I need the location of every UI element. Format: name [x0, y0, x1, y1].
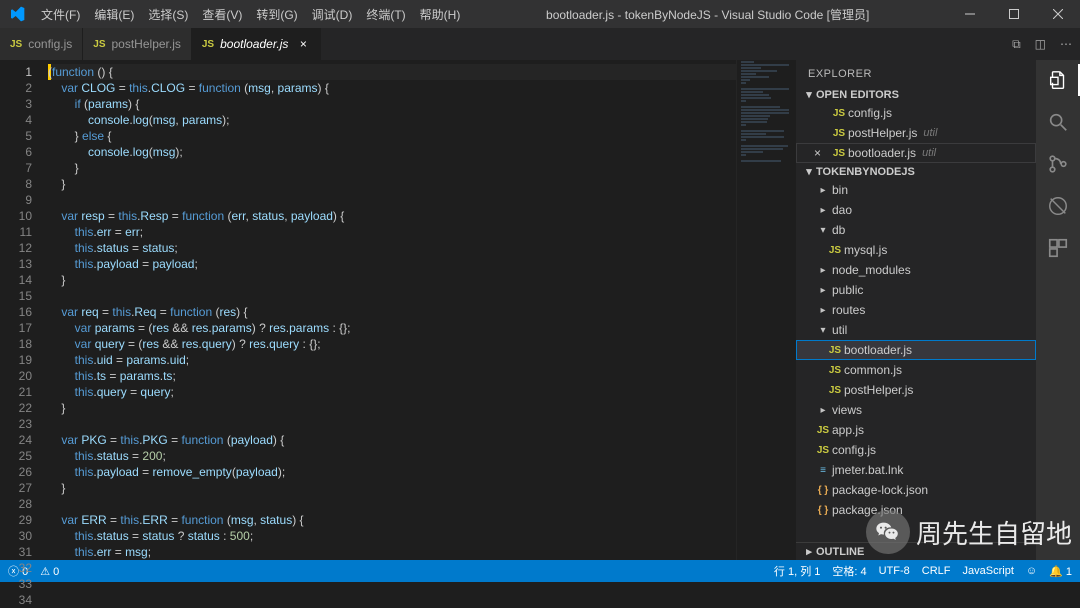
tree-item[interactable]: ▸bin [796, 180, 1036, 200]
debug-icon[interactable] [1046, 194, 1070, 218]
status-bell[interactable]: 🔔 1 [1049, 565, 1072, 578]
chevron-icon: ▸ [814, 305, 832, 316]
open-editors-header[interactable]: ▾OPEN EDITORS [796, 86, 1036, 103]
tree-item[interactable]: JSapp.js [796, 420, 1036, 440]
js-icon: JS [830, 108, 848, 119]
status-bar: ⓧ 0 ⚠ 0 行 1, 列 1 空格: 4 UTF-8 CRLF JavaSc… [0, 560, 1080, 582]
status-language[interactable]: JavaScript [963, 565, 1014, 577]
open-editor-item[interactable]: JSpostHelper.jsutil [796, 123, 1036, 143]
maximize-button[interactable] [992, 0, 1036, 28]
source-control-icon[interactable] [1046, 152, 1070, 176]
tree-item[interactable]: JSmysql.js [796, 240, 1036, 260]
menu-item[interactable]: 编辑(E) [87, 8, 141, 22]
tree-item[interactable]: JScommon.js [796, 360, 1036, 380]
explorer-title: EXPLORER [796, 60, 1036, 86]
minimize-button[interactable] [948, 0, 992, 28]
minimap[interactable] [736, 60, 796, 560]
tree-item[interactable]: ▸views [796, 400, 1036, 420]
menu-item[interactable]: 转到(G) [249, 8, 304, 22]
editor-tab[interactable]: JS bootloader.js × [192, 28, 322, 60]
close-button[interactable] [1036, 0, 1080, 28]
tree-item[interactable]: ▸routes [796, 300, 1036, 320]
js-icon: JS [826, 245, 844, 256]
open-editor-item[interactable]: ×JSbootloader.jsutil [796, 143, 1036, 163]
tab-label: postHelper.js [112, 37, 181, 51]
open-editor-item[interactable]: JSconfig.js [796, 103, 1036, 123]
tree-item[interactable]: ▸node_modules [796, 260, 1036, 280]
explorer-icon[interactable] [1046, 68, 1070, 92]
more-icon[interactable]: ⋯ [1060, 37, 1072, 51]
tree-item[interactable]: ≡jmeter.bat.lnk [796, 460, 1036, 480]
js-icon: JS [826, 345, 844, 356]
tree-item[interactable]: ▾util [796, 320, 1036, 340]
menu-item[interactable]: 调试(D) [305, 8, 360, 22]
vscode-logo-icon [0, 6, 34, 22]
extensions-icon[interactable] [1046, 236, 1070, 260]
tab-label: config.js [28, 37, 72, 51]
status-feedback[interactable]: ☺ [1026, 565, 1037, 577]
compare-icon[interactable]: ⧉ [1012, 37, 1021, 52]
window-title: bootloader.js - tokenByNodeJS - Visual S… [467, 6, 948, 23]
chevron-icon: ▸ [814, 285, 832, 296]
menu-item[interactable]: 选择(S) [141, 8, 195, 22]
tree-item[interactable]: JSpostHelper.js [796, 380, 1036, 400]
editor-area[interactable]: 1234567891011121314151617181920212223242… [0, 60, 796, 560]
js-icon: JS [814, 445, 832, 456]
status-cursor[interactable]: 行 1, 列 1 [774, 563, 820, 579]
js-icon: JS [826, 365, 844, 376]
editor-tab[interactable]: JS postHelper.js [83, 28, 192, 60]
status-eol[interactable]: CRLF [922, 565, 951, 577]
js-icon: JS [10, 39, 22, 50]
editor-tab-bar: JS config.js JS postHelper.js JS bootloader.j… [0, 28, 1080, 60]
tree-item[interactable]: JSbootloader.js [796, 340, 1036, 360]
close-icon[interactable]: × [814, 146, 826, 160]
status-spaces[interactable]: 空格: 4 [832, 563, 866, 579]
wechat-icon [866, 510, 910, 554]
chevron-icon: ▸ [814, 405, 832, 416]
tree-item[interactable]: ▸public [796, 280, 1036, 300]
tree-item[interactable]: JSconfig.js [796, 440, 1036, 460]
tab-label: bootloader.js [220, 37, 288, 51]
json-icon: { } [814, 505, 832, 516]
chevron-icon: ▸ [814, 205, 832, 216]
status-encoding[interactable]: UTF-8 [879, 565, 910, 577]
status-warnings[interactable]: ⚠ 0 [40, 565, 59, 578]
js-icon: JS [830, 148, 848, 159]
tree-item[interactable]: { }package-lock.json [796, 480, 1036, 500]
code-content[interactable]: (function () { var CLOG = this.CLOG = fu… [42, 60, 736, 560]
chevron-icon: ▸ [814, 265, 832, 276]
tree-item[interactable]: ▸dao [796, 200, 1036, 220]
js-icon: JS [93, 39, 105, 50]
menu-item[interactable]: 终端(T) [359, 8, 412, 22]
chevron-icon: ▾ [814, 325, 832, 336]
close-tab-icon[interactable]: × [296, 37, 310, 51]
link-icon: ≡ [814, 465, 832, 476]
js-icon: JS [830, 128, 848, 139]
split-icon[interactable]: ◫ [1035, 37, 1046, 51]
js-icon: JS [202, 39, 214, 50]
chevron-icon: ▸ [814, 185, 832, 196]
js-icon: JS [826, 385, 844, 396]
menu-item[interactable]: 帮助(H) [413, 8, 468, 22]
search-icon[interactable] [1046, 110, 1070, 134]
editor-tab[interactable]: JS config.js [0, 28, 83, 60]
chevron-icon: ▾ [814, 225, 832, 236]
title-bar: 文件(F)编辑(E)选择(S)查看(V)转到(G)调试(D)终端(T)帮助(H)… [0, 0, 1080, 28]
explorer-sidebar: EXPLORER ▾OPEN EDITORS JSconfig.jsJSpost… [796, 60, 1036, 560]
line-gutter: 1234567891011121314151617181920212223242… [0, 60, 42, 560]
activity-bar [1036, 60, 1080, 560]
menu-item[interactable]: 查看(V) [195, 8, 249, 22]
json-icon: { } [814, 485, 832, 496]
js-icon: JS [814, 425, 832, 436]
tree-item[interactable]: ▾db [796, 220, 1036, 240]
watermark: 周先生自留地 [866, 510, 1072, 554]
menu-item[interactable]: 文件(F) [34, 8, 87, 22]
project-header[interactable]: ▾TOKENBYNODEJS [796, 163, 1036, 180]
